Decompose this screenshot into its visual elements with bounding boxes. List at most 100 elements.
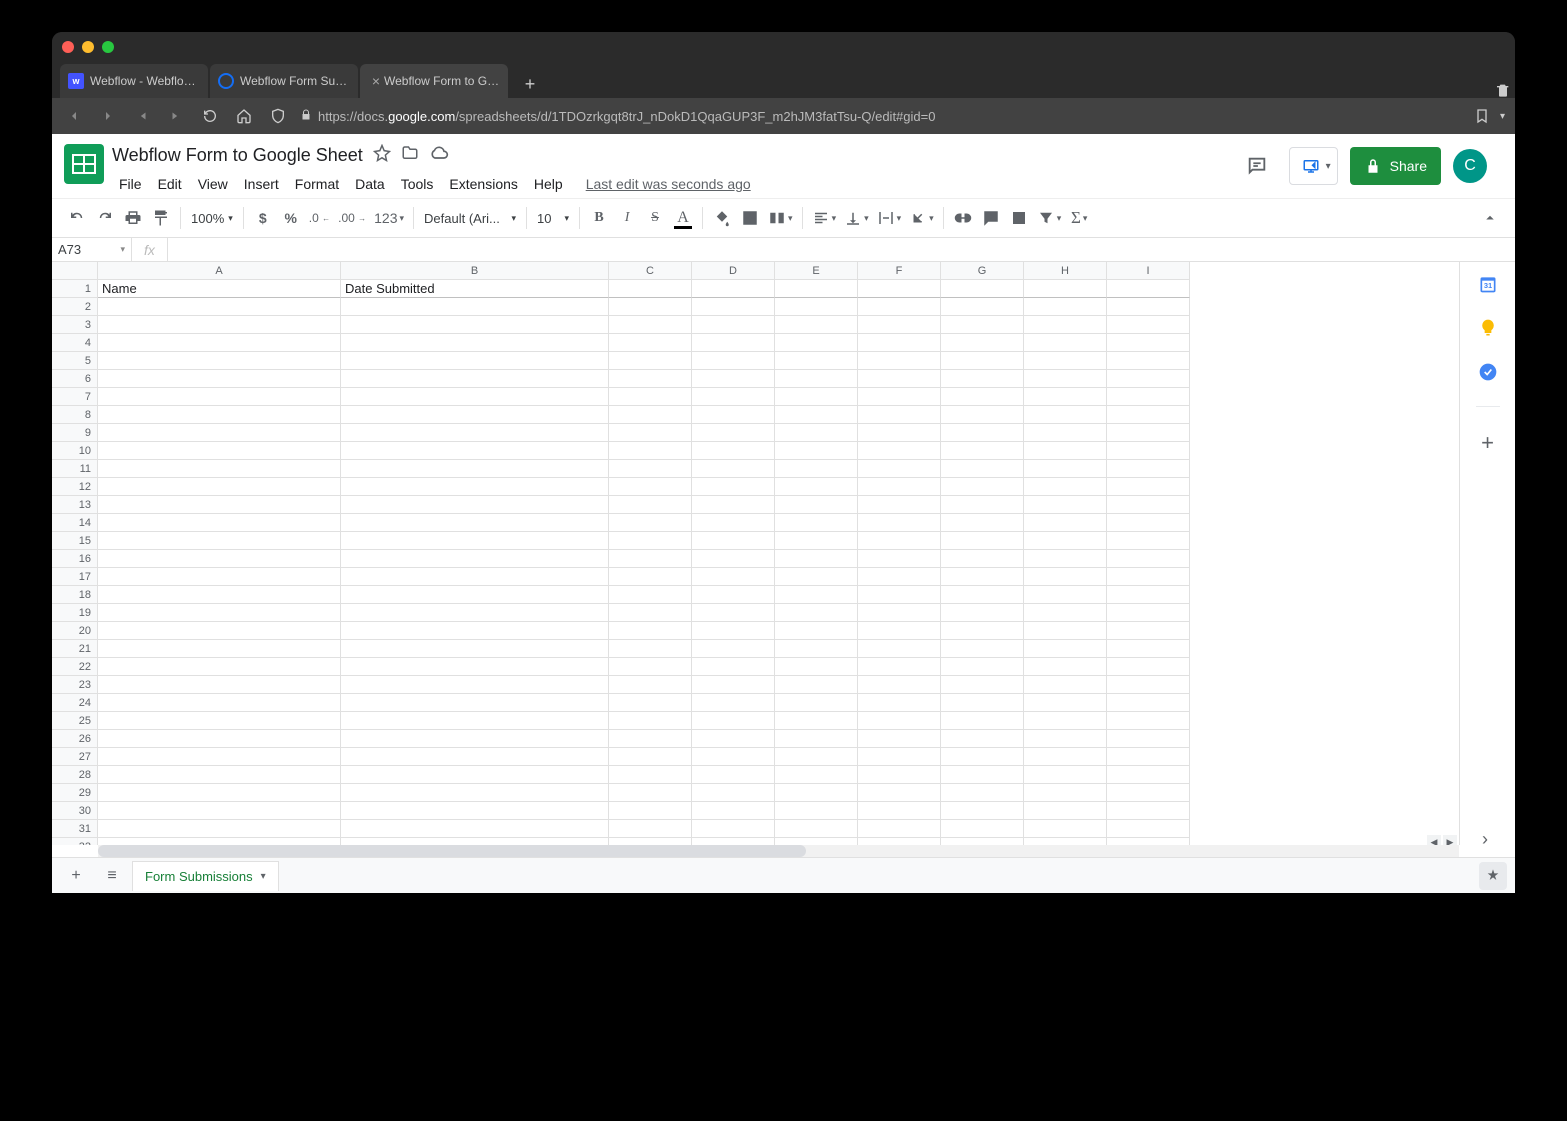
cell[interactable] (692, 514, 775, 532)
cell[interactable] (941, 370, 1024, 388)
collapse-toolbar-button[interactable] (1477, 205, 1503, 231)
cell[interactable] (98, 514, 341, 532)
cell[interactable] (341, 676, 609, 694)
cell[interactable] (692, 442, 775, 460)
cell[interactable] (341, 622, 609, 640)
cell[interactable] (692, 532, 775, 550)
row-header[interactable]: 20 (52, 622, 98, 640)
cell[interactable] (858, 298, 941, 316)
scrollbar-thumb[interactable] (98, 845, 806, 857)
cell[interactable] (858, 550, 941, 568)
cell[interactable] (98, 370, 341, 388)
cloud-icon[interactable] (429, 143, 449, 168)
cell[interactable] (1024, 694, 1107, 712)
cell[interactable] (1024, 550, 1107, 568)
cell[interactable] (1107, 532, 1190, 550)
cell[interactable] (609, 694, 692, 712)
cell[interactable] (1024, 568, 1107, 586)
cell[interactable] (609, 388, 692, 406)
fill-color-button[interactable] (709, 205, 735, 231)
cell[interactable] (1107, 442, 1190, 460)
column-header[interactable]: E (775, 262, 858, 280)
cell[interactable] (692, 694, 775, 712)
cell[interactable] (775, 532, 858, 550)
cell[interactable] (1024, 802, 1107, 820)
window-minimize-button[interactable] (82, 41, 94, 53)
cell[interactable] (1107, 550, 1190, 568)
row-header[interactable]: 28 (52, 766, 98, 784)
cell[interactable] (609, 838, 692, 845)
cell[interactable] (692, 496, 775, 514)
cell[interactable] (775, 298, 858, 316)
row-header[interactable]: 2 (52, 298, 98, 316)
cell[interactable] (775, 694, 858, 712)
menu-help[interactable]: Help (527, 172, 570, 196)
cell[interactable] (775, 442, 858, 460)
cell[interactable] (1024, 424, 1107, 442)
cell[interactable] (775, 730, 858, 748)
row-header[interactable]: 27 (52, 748, 98, 766)
text-color-button[interactable]: A (670, 205, 696, 231)
cell[interactable] (1024, 388, 1107, 406)
cell[interactable] (941, 514, 1024, 532)
menu-view[interactable]: View (191, 172, 235, 196)
cell[interactable] (98, 586, 341, 604)
cell[interactable] (858, 442, 941, 460)
cell[interactable] (692, 424, 775, 442)
cell[interactable] (775, 334, 858, 352)
h-align-button[interactable]: ▾ (809, 205, 840, 231)
cell[interactable] (341, 658, 609, 676)
cell[interactable] (858, 748, 941, 766)
increase-decimal-button[interactable]: .00 → (335, 205, 369, 231)
cell[interactable] (692, 802, 775, 820)
cell[interactable] (858, 406, 941, 424)
cell[interactable] (775, 550, 858, 568)
cell[interactable] (775, 622, 858, 640)
cell[interactable] (1024, 532, 1107, 550)
cell[interactable] (98, 334, 341, 352)
cell[interactable] (1024, 298, 1107, 316)
menu-edit[interactable]: Edit (151, 172, 189, 196)
cell[interactable] (692, 298, 775, 316)
cell[interactable] (1107, 802, 1190, 820)
row-header[interactable]: 31 (52, 820, 98, 838)
add-addon-button[interactable]: + (1476, 431, 1500, 455)
cell[interactable] (941, 676, 1024, 694)
cell[interactable] (609, 280, 692, 298)
cell[interactable] (692, 838, 775, 845)
cell[interactable] (775, 802, 858, 820)
cell[interactable] (1107, 784, 1190, 802)
cell[interactable] (609, 550, 692, 568)
cell[interactable] (98, 694, 341, 712)
row-header[interactable]: 23 (52, 676, 98, 694)
row-header[interactable]: 18 (52, 586, 98, 604)
cell[interactable] (692, 640, 775, 658)
cell[interactable] (775, 388, 858, 406)
cell[interactable] (609, 532, 692, 550)
cell[interactable] (341, 730, 609, 748)
font-size-dropdown[interactable]: 10▾ (533, 205, 573, 231)
cell[interactable] (1024, 496, 1107, 514)
more-formats-button[interactable]: 123▾ (371, 205, 407, 231)
cell[interactable] (1107, 658, 1190, 676)
edit-status[interactable]: Last edit was seconds ago (586, 176, 751, 192)
cell[interactable] (775, 766, 858, 784)
cell[interactable] (1107, 730, 1190, 748)
cell[interactable] (609, 352, 692, 370)
cell[interactable] (98, 478, 341, 496)
cell[interactable] (609, 622, 692, 640)
cell[interactable] (941, 640, 1024, 658)
cell[interactable] (609, 514, 692, 532)
calendar-addon-icon[interactable]: 31 (1478, 274, 1498, 294)
cell[interactable] (341, 406, 609, 424)
cell[interactable] (692, 568, 775, 586)
row-header[interactable]: 16 (52, 550, 98, 568)
cell[interactable] (609, 766, 692, 784)
cell[interactable] (1107, 298, 1190, 316)
cell[interactable] (1107, 334, 1190, 352)
cell[interactable] (609, 406, 692, 424)
cell[interactable] (941, 406, 1024, 424)
select-all-corner[interactable] (52, 262, 98, 280)
cell[interactable] (941, 298, 1024, 316)
cell[interactable] (341, 550, 609, 568)
